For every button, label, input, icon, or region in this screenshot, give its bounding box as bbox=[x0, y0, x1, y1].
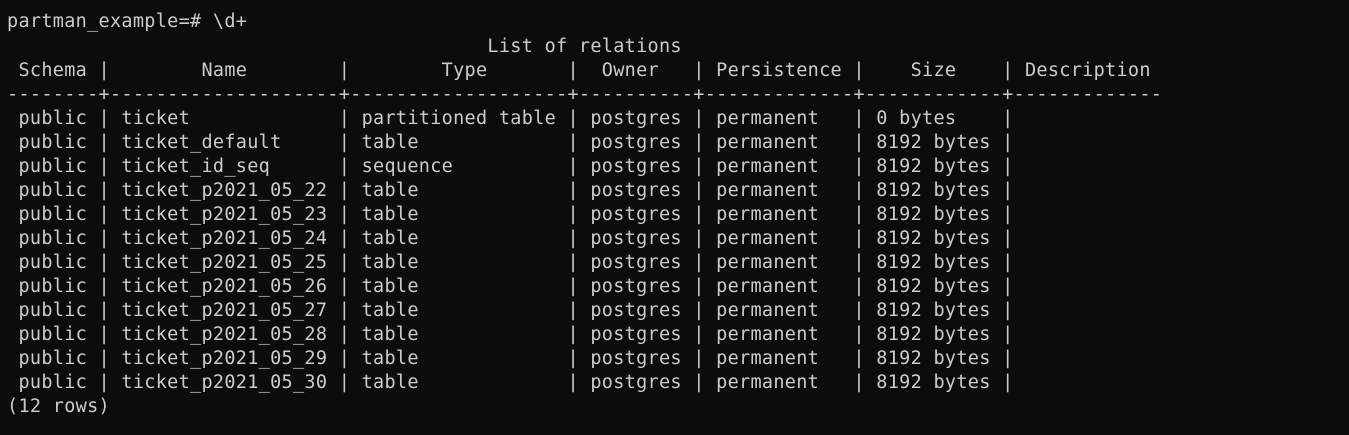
table-row: public | ticket_p2021_05_24 | table | po… bbox=[7, 228, 1014, 249]
table-title: List of relations bbox=[7, 36, 682, 57]
table-separator: --------+--------------------+----------… bbox=[7, 84, 1163, 105]
table-row: public | ticket | partitioned table | po… bbox=[7, 108, 1014, 129]
table-row: public | ticket_p2021_05_23 | table | po… bbox=[7, 204, 1014, 225]
table-header: Schema | Name | Type | Owner | Persisten… bbox=[7, 60, 1163, 81]
terminal-window[interactable]: partman_example=# \d+ List of relations … bbox=[0, 0, 1349, 435]
table-row: public | ticket_p2021_05_26 | table | po… bbox=[7, 276, 1014, 297]
table-row: public | ticket_p2021_05_30 | table | po… bbox=[7, 372, 1014, 393]
table-row: public | ticket_p2021_05_22 | table | po… bbox=[7, 180, 1014, 201]
table-row: public | ticket_p2021_05_25 | table | po… bbox=[7, 252, 1014, 273]
table-row: public | ticket_default | table | postgr… bbox=[7, 132, 1014, 153]
table-row: public | ticket_p2021_05_28 | table | po… bbox=[7, 324, 1014, 345]
table-row: public | ticket_id_seq | sequence | post… bbox=[7, 156, 1014, 177]
row-count-footer: (12 rows) bbox=[7, 396, 110, 417]
command-prompt: partman_example=# \d+ bbox=[7, 11, 248, 32]
table-row: public | ticket_p2021_05_29 | table | po… bbox=[7, 348, 1014, 369]
table-row: public | ticket_p2021_05_27 | table | po… bbox=[7, 300, 1014, 321]
